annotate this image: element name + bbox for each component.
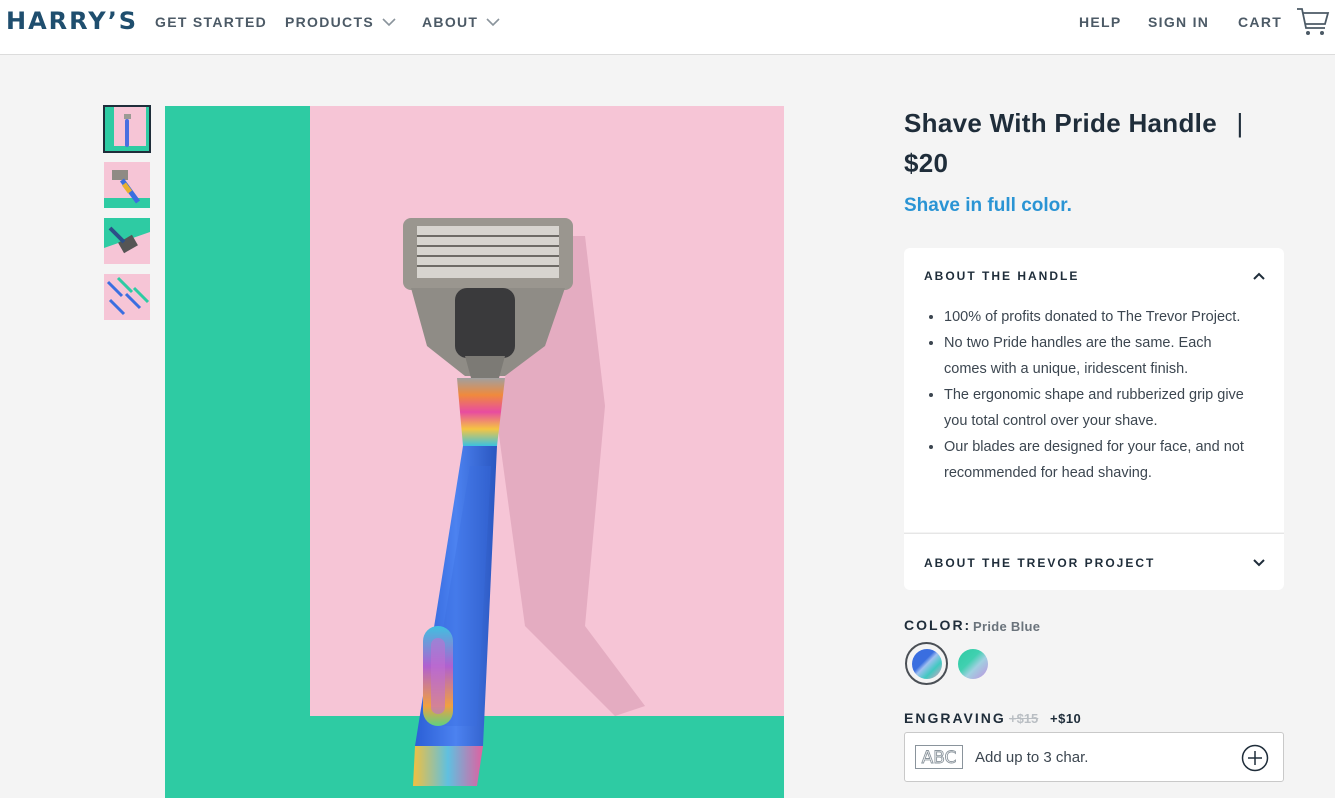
nav-sign-in-label: SIGN IN xyxy=(1148,14,1210,30)
nav-cart[interactable]: CART xyxy=(1238,14,1282,30)
product-image xyxy=(165,106,784,798)
thumbnail-3[interactable] xyxy=(104,218,150,264)
abc-icon: ABC xyxy=(915,745,963,769)
thumbnail-4[interactable] xyxy=(104,274,150,320)
accordion-about-handle: ABOUT THE HANDLE 100% of profits donated… xyxy=(904,248,1284,532)
thumbnail-image xyxy=(104,274,150,320)
nav-get-started-label: GET STARTED xyxy=(155,14,268,30)
product-name: Shave With Pride Handle xyxy=(904,108,1217,138)
product-price: $20 xyxy=(904,148,949,178)
product-tagline: Shave in full color. xyxy=(904,195,1072,216)
chevron-down-icon xyxy=(382,18,396,27)
chevron-down-icon[interactable] xyxy=(1252,556,1266,570)
list-item: No two Pride handles are the same. Each … xyxy=(944,330,1254,382)
nav-about-label: ABOUT xyxy=(422,14,479,30)
color-label: COLOR: xyxy=(904,617,972,633)
product-title: Shave With Pride Handle | $20 xyxy=(904,103,1244,183)
plus-icon[interactable] xyxy=(1241,744,1269,772)
list-item: The ergonomic shape and rubberized grip … xyxy=(944,382,1254,434)
thumbnail-2[interactable] xyxy=(104,162,150,208)
engraving-old-price: +$15 xyxy=(1009,711,1039,726)
abc-icon-text: ABC xyxy=(922,748,957,768)
accordion-header-about-handle[interactable]: ABOUT THE HANDLE xyxy=(924,269,1079,283)
engraving-field: ABC xyxy=(904,732,1284,782)
swatch-pride-blue[interactable] xyxy=(912,649,942,679)
color-value: Pride Blue xyxy=(973,619,1041,634)
nav-sign-in[interactable]: SIGN IN xyxy=(1148,14,1209,30)
nav-get-started[interactable]: GET STARTED xyxy=(155,14,267,30)
nav-help-label: HELP xyxy=(1079,14,1122,30)
chevron-down-icon xyxy=(486,18,500,27)
list-item: 100% of profits donated to The Trevor Pr… xyxy=(944,304,1254,330)
thumbnail-image xyxy=(104,162,150,208)
swatch-pride-green[interactable] xyxy=(958,649,988,679)
thumbnail-image xyxy=(104,218,150,264)
chevron-up-icon[interactable] xyxy=(1252,269,1266,283)
logo[interactable]: HARRY’S xyxy=(6,7,138,35)
nav-products-label: PRODUCTS xyxy=(285,14,374,30)
engraving-new-price: +$10 xyxy=(1050,711,1082,726)
handle-feature-list: 100% of profits donated to The Trevor Pr… xyxy=(944,304,1254,486)
nav-cart-label: CART xyxy=(1238,14,1283,30)
engraving-label: ENGRAVING xyxy=(904,710,1006,726)
nav-help[interactable]: HELP xyxy=(1079,14,1122,30)
nav-about[interactable]: ABOUT xyxy=(422,14,500,30)
engraving-input[interactable] xyxy=(975,745,1225,769)
thumbnail-1[interactable] xyxy=(103,105,151,153)
cart-icon[interactable] xyxy=(1296,6,1330,38)
nav-products[interactable]: PRODUCTS xyxy=(285,14,396,30)
site-header: HARRY’S GET STARTED PRODUCTS ABOUT HELP … xyxy=(0,0,1335,55)
list-item: Our blades are designed for your face, a… xyxy=(944,434,1254,486)
accordion-about-trevor[interactable]: ABOUT THE TREVOR PROJECT xyxy=(904,533,1284,590)
title-separator: | xyxy=(1236,108,1244,138)
accordion-header-about-trevor[interactable]: ABOUT THE TREVOR PROJECT xyxy=(924,556,1155,570)
thumbnail-image xyxy=(104,106,150,152)
